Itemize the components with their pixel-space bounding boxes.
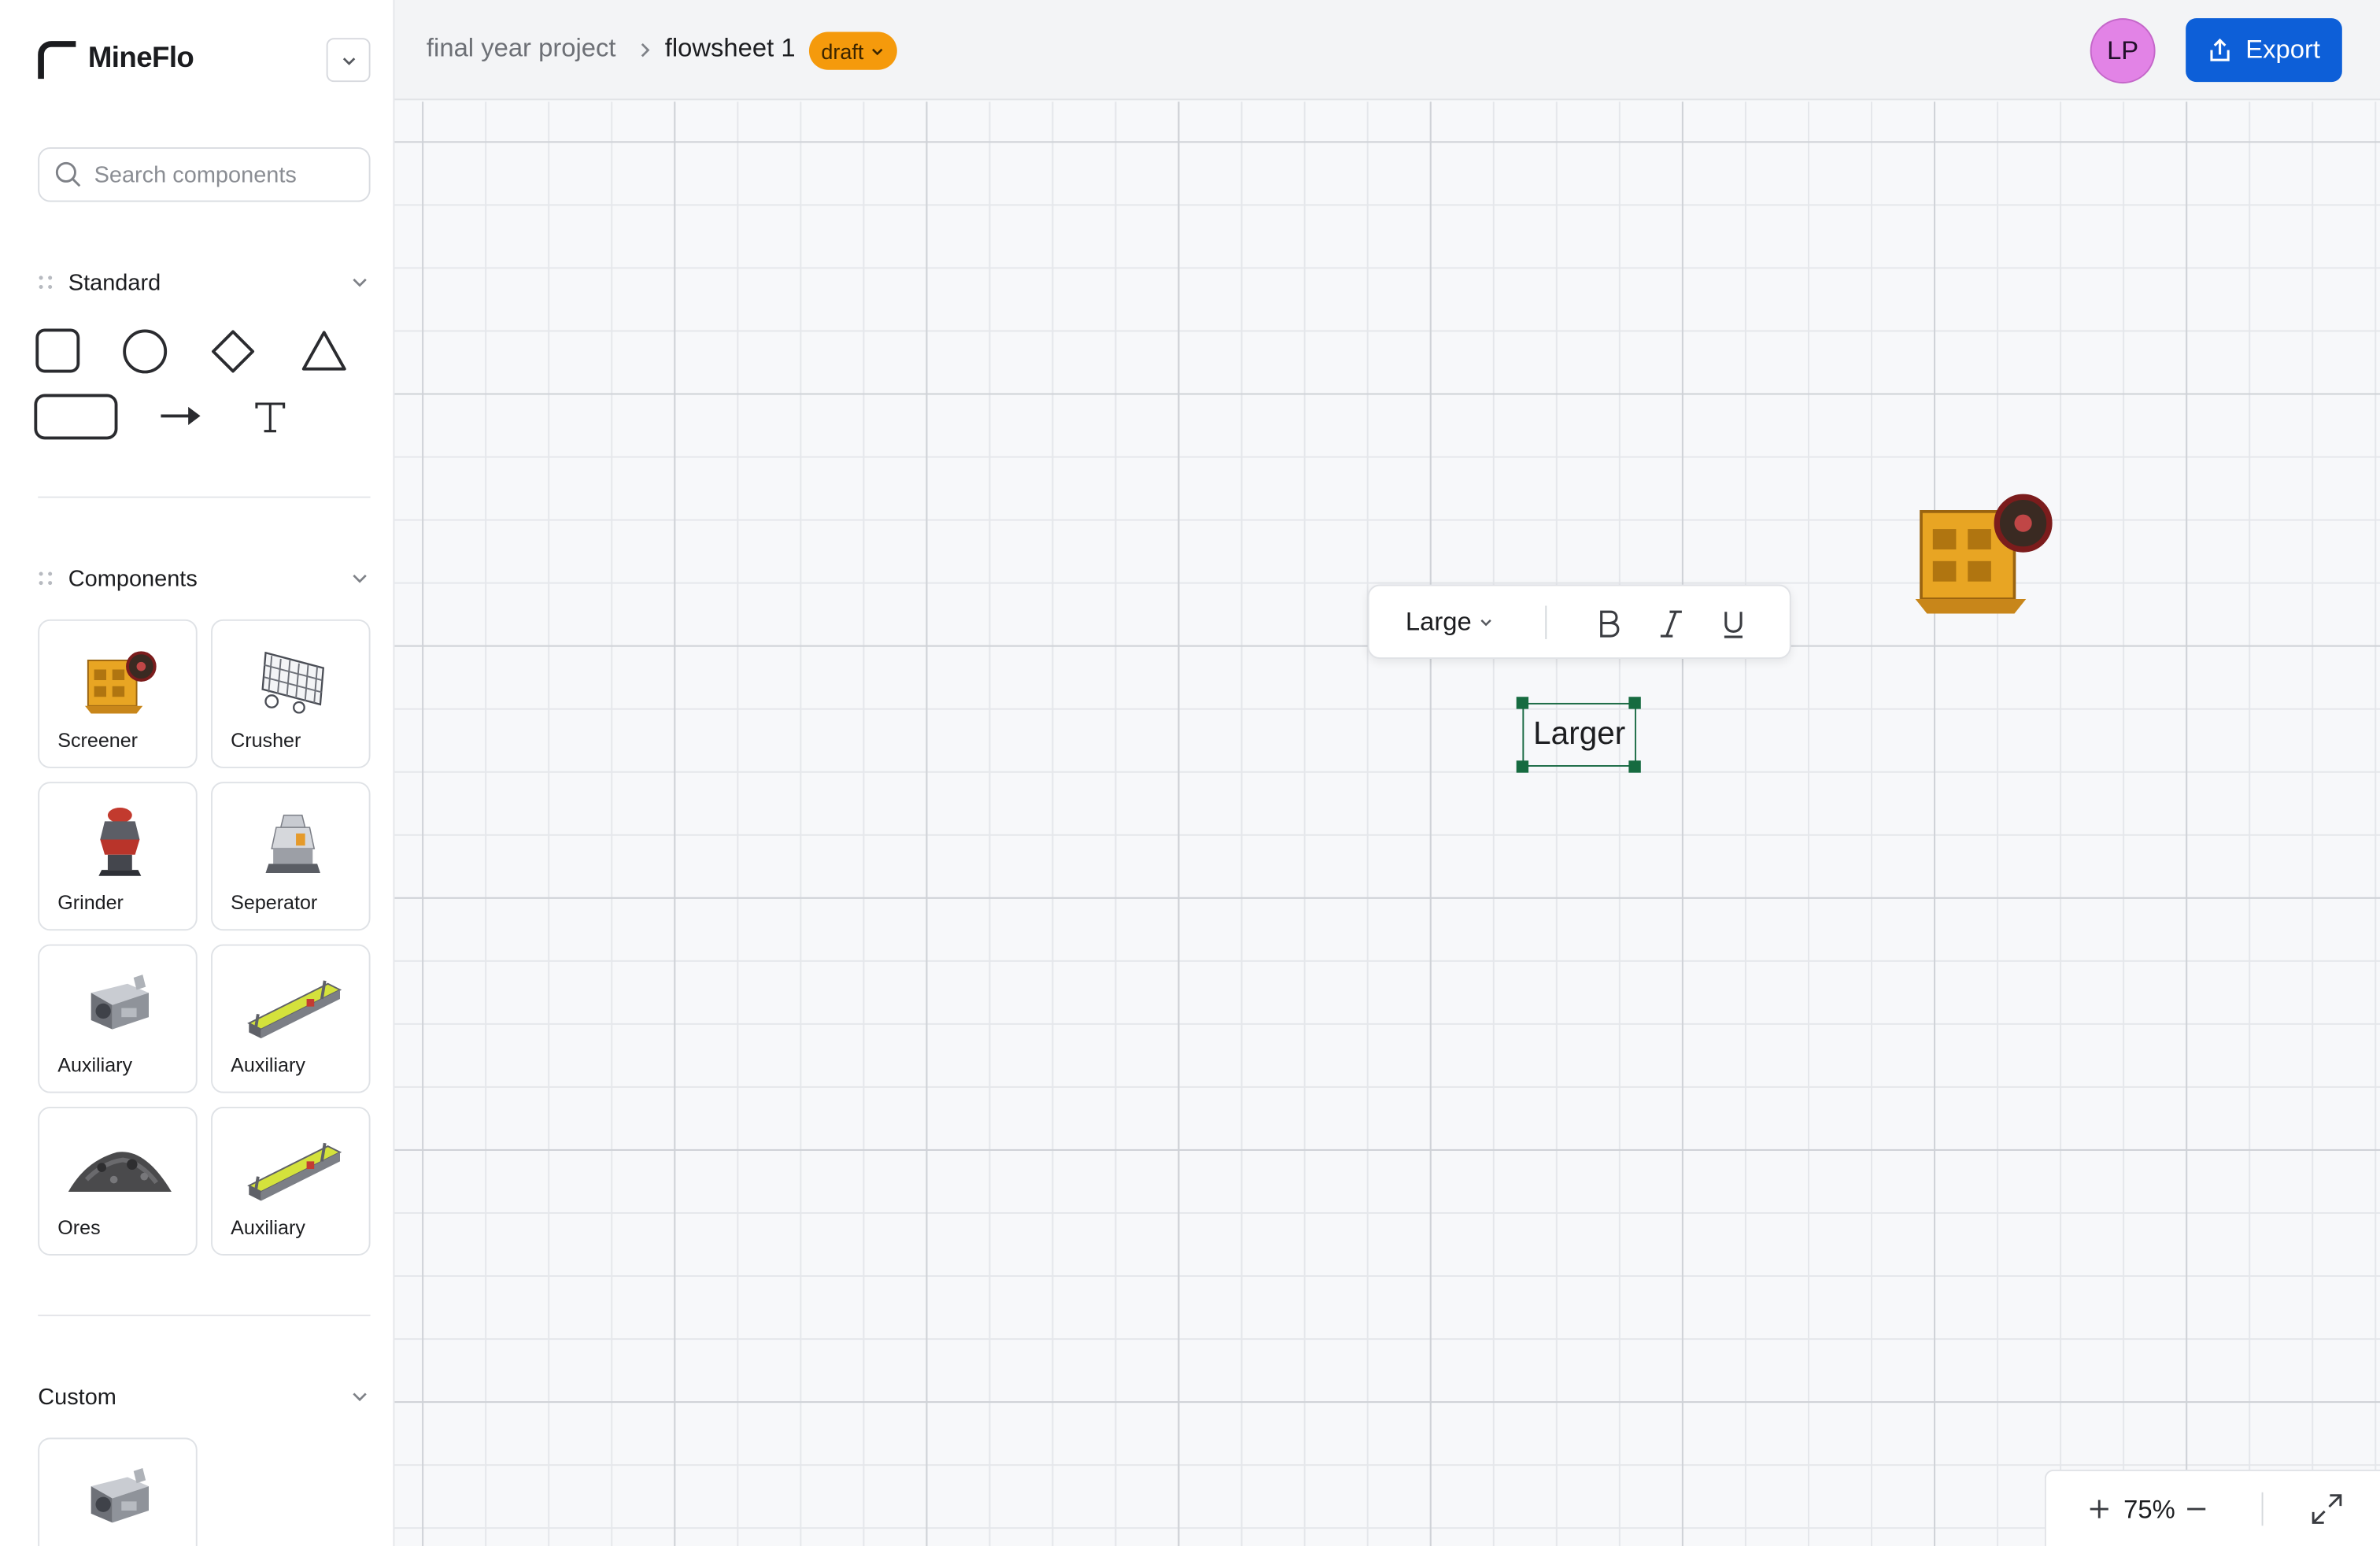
zoom-divider (2261, 1492, 2264, 1526)
separator-machine-icon (264, 814, 320, 873)
canvas[interactable] (394, 102, 2380, 1546)
export-label: Export (2245, 35, 2320, 65)
card-label: Auxiliary (57, 1053, 133, 1077)
bold-icon (1600, 610, 1620, 638)
search-box (38, 147, 371, 202)
resize-handle-top-left[interactable] (1516, 697, 1529, 709)
component-card-auxiliary[interactable]: Auxiliary (211, 944, 371, 1093)
text-format-toolbar: Large (1367, 584, 1791, 660)
chevron-down-icon[interactable] (349, 568, 371, 589)
status-badge[interactable]: draft (808, 31, 897, 70)
card-label: Grinder (57, 891, 124, 915)
chevron-down-icon (342, 57, 355, 65)
fullscreen-button[interactable] (2307, 1489, 2346, 1529)
custom-component-card[interactable] (38, 1437, 198, 1546)
card-label: Crusher (231, 728, 301, 752)
component-card-auxiliary[interactable]: Auxiliary (211, 1106, 371, 1256)
standard-section-title: Standard (68, 269, 161, 296)
diamond-icon[interactable] (208, 327, 257, 375)
card-label: Seperator (231, 891, 318, 915)
crusher-machine-icon (90, 1467, 149, 1523)
component-card-grinder[interactable]: Grinder (38, 782, 198, 931)
section-divider (38, 496, 371, 498)
custom-section-title: Custom (38, 1383, 116, 1410)
export-button[interactable]: Export (2186, 18, 2342, 83)
status-badge-label: draft (821, 39, 864, 64)
plus-icon (2090, 1500, 2108, 1518)
placed-component[interactable] (1909, 474, 2055, 620)
card-label: Screener (57, 728, 139, 752)
components-section-header[interactable]: Components (38, 562, 370, 595)
share-upload-icon (2211, 37, 2230, 61)
breadcrumb-sheet[interactable]: flowsheet 1 (665, 33, 796, 64)
font-size-label: Large (1405, 607, 1472, 637)
jaw-crusher-icon (84, 651, 156, 714)
components-section-title: Components (68, 565, 198, 592)
card-label: Auxiliary (231, 1215, 305, 1239)
mineflo-logo-icon (38, 41, 76, 80)
toolbar-divider (1545, 605, 1547, 639)
underline-icon (1724, 612, 1743, 638)
rounded-rectangle-icon[interactable] (33, 394, 118, 441)
component-card-crusher[interactable]: Crusher (211, 619, 371, 768)
crusher-machine-icon (90, 975, 149, 1030)
workspace-dropdown-button[interactable] (326, 38, 371, 83)
component-card-ores[interactable]: Ores (38, 1106, 198, 1256)
search-icon (55, 161, 81, 187)
resize-handle-bottom-left[interactable] (1516, 760, 1529, 773)
minus-icon (2187, 1507, 2206, 1511)
search-input[interactable] (94, 161, 338, 188)
chevron-down-icon (872, 47, 883, 55)
sidebar: MineFlo Standard (0, 0, 395, 1546)
vibrating-screen-icon (246, 1142, 342, 1201)
chevron-down-icon[interactable] (349, 1386, 371, 1407)
canvas-text-element[interactable]: Larger (1522, 702, 1637, 767)
top-bar: final year project flowsheet 1 draft LP … (394, 0, 2380, 101)
screen-wire-icon (261, 651, 324, 714)
jaw-crusher-icon (1915, 494, 2053, 614)
component-card-seperator[interactable]: Seperator (211, 782, 371, 931)
chevron-down-icon[interactable] (349, 272, 371, 293)
custom-section-header[interactable]: Custom (38, 1380, 370, 1413)
brand[interactable]: MineFlo (36, 39, 194, 80)
bold-button[interactable] (1591, 606, 1627, 642)
drag-grip-icon[interactable] (38, 275, 53, 290)
zoom-controls: 75% (2044, 1469, 2380, 1546)
italic-button[interactable] (1653, 606, 1689, 642)
section-divider (38, 1315, 371, 1317)
triangle-icon[interactable] (299, 327, 349, 375)
app-name: MineFlo (87, 43, 194, 75)
ore-pile-icon (67, 1152, 171, 1192)
resize-handle-bottom-right[interactable] (1628, 760, 1641, 773)
italic-icon (1660, 610, 1682, 638)
underline-button[interactable] (1715, 606, 1751, 642)
card-label: Auxiliary (231, 1053, 305, 1077)
zoom-in-button[interactable] (2082, 1492, 2116, 1526)
text-tool-icon[interactable] (250, 398, 290, 437)
card-label: Ores (57, 1215, 101, 1239)
chevron-right-icon (641, 43, 650, 57)
expand-icon (2312, 1494, 2342, 1524)
zoom-out-button[interactable] (2179, 1492, 2212, 1526)
vibrating-screen-icon (246, 980, 342, 1039)
component-card-screener[interactable]: Screener (38, 619, 198, 768)
standard-section-header[interactable]: Standard (38, 266, 370, 299)
zoom-level: 75% (2123, 1495, 2175, 1525)
arrow-right-icon[interactable] (158, 398, 204, 434)
breadcrumb-project[interactable]: final year project (427, 33, 616, 64)
circle-icon[interactable] (120, 327, 168, 375)
avatar[interactable]: LP (2090, 18, 2156, 84)
chevron-down-icon (1481, 619, 1492, 627)
component-card-auxiliary[interactable]: Auxiliary (38, 944, 198, 1093)
drag-grip-icon[interactable] (38, 571, 53, 586)
rounded-square-icon[interactable] (33, 327, 82, 375)
canvas-text: Larger (1533, 716, 1626, 752)
font-size-dropdown[interactable]: Large (1406, 607, 1495, 638)
cone-grinder-icon (98, 808, 141, 876)
resize-handle-top-right[interactable] (1628, 697, 1641, 709)
